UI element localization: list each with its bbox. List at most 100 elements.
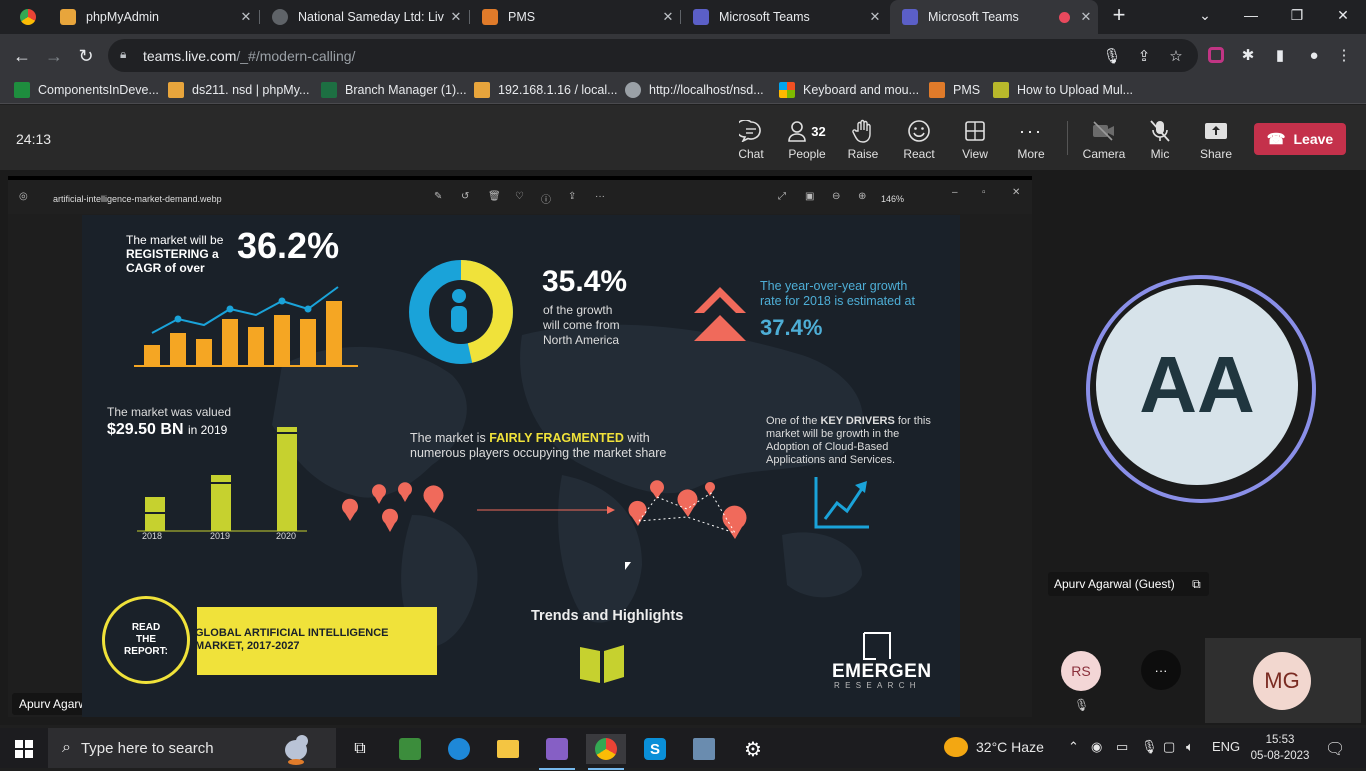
bookmark-item[interactable]: PMS <box>929 82 980 98</box>
viewer-close-icon[interactable]: ✕ <box>1012 187 1020 198</box>
react-button[interactable]: React <box>891 119 947 165</box>
view-button[interactable]: View <box>947 119 1003 165</box>
globe-icon <box>625 82 641 98</box>
bookmark-item[interactable]: Branch Manager (1)... <box>321 82 467 98</box>
reload-button[interactable]: ↻ <box>72 42 100 70</box>
avatar: MG <box>1253 652 1311 710</box>
close-icon[interactable]: ✕ <box>863 9 887 25</box>
bookmark-item[interactable]: ds211. nsd | phpMy... <box>168 82 309 98</box>
extensions-icon[interactable]: ✱ <box>1236 43 1260 67</box>
tab-teams-1[interactable]: Microsoft Teams ✕ <box>681 0 887 34</box>
mic-tray-icon[interactable]: 🎙︎ <box>1141 739 1158 755</box>
chat-icon <box>739 119 763 143</box>
yoy-text: The year-over-year growth rate for 2018 i… <box>760 279 915 308</box>
chrome-icon[interactable] <box>586 734 626 770</box>
bookmark-item[interactable]: How to Upload Mul... <box>993 82 1133 98</box>
fullscreen-icon[interactable]: ⤢ <box>778 191 786 202</box>
people-icon: 32 <box>788 119 826 143</box>
app-icon[interactable] <box>390 734 430 764</box>
back-button[interactable]: ← <box>8 42 36 70</box>
close-icon[interactable]: ✕ <box>444 9 468 25</box>
record-icon[interactable]: ◉ <box>1091 739 1102 755</box>
more-button[interactable]: ··· More <box>1003 119 1059 165</box>
search-placeholder: Type here to search <box>80 739 214 757</box>
visual-studio-icon[interactable] <box>537 734 577 770</box>
more-participants-button[interactable]: ··· <box>1141 650 1181 690</box>
avatar[interactable]: RS <box>1061 651 1101 691</box>
avatar: AA <box>1096 285 1298 485</box>
tab-title: phpMyAdmin <box>86 10 159 24</box>
language-indicator[interactable]: ENG <box>1212 739 1240 754</box>
share-icon[interactable]: ⇪ <box>568 191 576 202</box>
chevron-up-icon[interactable]: ⌃ <box>1068 739 1079 755</box>
share-page-icon[interactable]: ⇪ <box>1132 44 1156 68</box>
bookmark-item[interactable]: http://localhost/nsd... <box>625 82 764 98</box>
bookmark-item[interactable]: Keyboard and mou... <box>779 82 919 98</box>
viewer-restore-icon[interactable]: ▫ <box>982 187 986 198</box>
start-button[interactable] <box>4 734 44 764</box>
pin-icon[interactable]: ⧉ <box>1192 572 1201 596</box>
new-tab-button[interactable]: + <box>1096 0 1142 30</box>
report-title: GLOBAL ARTIFICIAL INTELLIGENCE MARKET, 20… <box>195 627 389 652</box>
chrome-menu-tab[interactable] <box>14 0 44 34</box>
chat-button[interactable]: Chat <box>723 119 779 165</box>
network-icon[interactable]: ▢ <box>1163 739 1175 755</box>
notifications-icon[interactable]: 🗨︎ <box>1325 739 1345 759</box>
edge-icon[interactable] <box>439 734 479 764</box>
share-button[interactable]: Share <box>1188 119 1244 165</box>
viewer-minimize-icon[interactable]: – <box>952 187 958 198</box>
extension-colorful-icon[interactable] <box>1204 43 1228 67</box>
volume-icon[interactable]: 🔈︎ <box>1186 739 1194 755</box>
chrome-icon <box>20 9 36 25</box>
close-window-button[interactable]: ✕ <box>1320 0 1366 30</box>
leave-button[interactable]: ☎ Leave <box>1254 123 1346 155</box>
skype-icon[interactable]: S <box>635 734 675 764</box>
speaker-video-tile[interactable]: AA <box>1086 275 1316 503</box>
clock[interactable]: 15:53 05-08-2023 <box>1248 732 1312 764</box>
bookmark-star-icon[interactable]: ☆ <box>1164 44 1188 68</box>
zoom-out-icon[interactable]: ⊖ <box>832 191 840 202</box>
forward-button[interactable]: → <box>40 42 68 70</box>
chrome-menu-icon[interactable]: ⋮ <box>1332 43 1356 67</box>
explorer-icon[interactable] <box>488 734 528 764</box>
tab-pms[interactable]: PMS ✕ <box>470 0 680 34</box>
browser-toolbar: ← → ↻ 🔒︎ teams.live.com/_#/modern-callin… <box>0 34 1366 77</box>
close-icon[interactable]: ✕ <box>1074 9 1098 25</box>
mic-button[interactable]: Mic <box>1132 119 1188 165</box>
tab-teams-2[interactable]: Microsoft Teams ✕ <box>890 0 1098 34</box>
settings-icon[interactable]: ⚙ <box>733 734 773 764</box>
favorite-icon[interactable]: ♡ <box>515 191 524 202</box>
edit-icon[interactable]: ✎ <box>434 191 442 202</box>
tab-national-sameday[interactable]: National Sameday Ltd: Live ✕ <box>260 0 468 34</box>
info-icon[interactable]: ⓘ <box>541 191 551 206</box>
participant-tile[interactable]: MG <box>1205 638 1361 723</box>
people-button[interactable]: 32 People <box>779 119 835 165</box>
camera-tray-icon[interactable]: ▭ <box>1116 739 1128 755</box>
more-icon[interactable]: ··· <box>595 191 605 202</box>
camera-off-icon <box>1091 119 1117 143</box>
zoom-in-icon[interactable]: ⊕ <box>858 191 866 202</box>
address-bar[interactable]: 🔒︎ teams.live.com/_#/modern-calling/ 🎙︎ … <box>108 39 1198 72</box>
tab-phpmyadmin[interactable]: phpMyAdmin ✕ <box>48 0 258 34</box>
taskbar-search-box[interactable]: ⌕ Type here to search <box>48 728 336 768</box>
profile-icon[interactable]: ● <box>1302 43 1326 67</box>
raise-hand-button[interactable]: Raise <box>835 119 891 165</box>
close-icon[interactable]: ✕ <box>656 9 680 25</box>
tab-search-icon[interactable]: ⌄ <box>1182 0 1228 30</box>
bookmark-item[interactable]: ComponentsInDeve... <box>14 82 159 98</box>
minimize-button[interactable]: — <box>1228 0 1274 30</box>
fit-icon[interactable]: ▣ <box>805 191 814 202</box>
year-label: 2019 <box>210 531 231 541</box>
bookmark-item[interactable]: 192.168.1.16 / local... <box>474 82 618 98</box>
restore-button[interactable]: ❐ <box>1274 0 1320 30</box>
app2-icon[interactable] <box>684 734 724 764</box>
camera-button[interactable]: Camera <box>1076 119 1132 165</box>
rotate-icon[interactable]: ↺ <box>461 191 469 202</box>
bookmarks-bar: ComponentsInDeve... ds211. nsd | phpMy..… <box>0 77 1366 104</box>
task-view-icon[interactable]: ⧉ <box>340 734 380 764</box>
weather-text[interactable]: 32°C Haze <box>976 739 1044 755</box>
delete-icon[interactable]: 🗑︎ <box>488 191 501 202</box>
close-icon[interactable]: ✕ <box>234 9 258 25</box>
side-panel-icon[interactable]: ▮ <box>1268 43 1292 67</box>
mic-icon[interactable]: 🎙︎ <box>1100 44 1124 68</box>
